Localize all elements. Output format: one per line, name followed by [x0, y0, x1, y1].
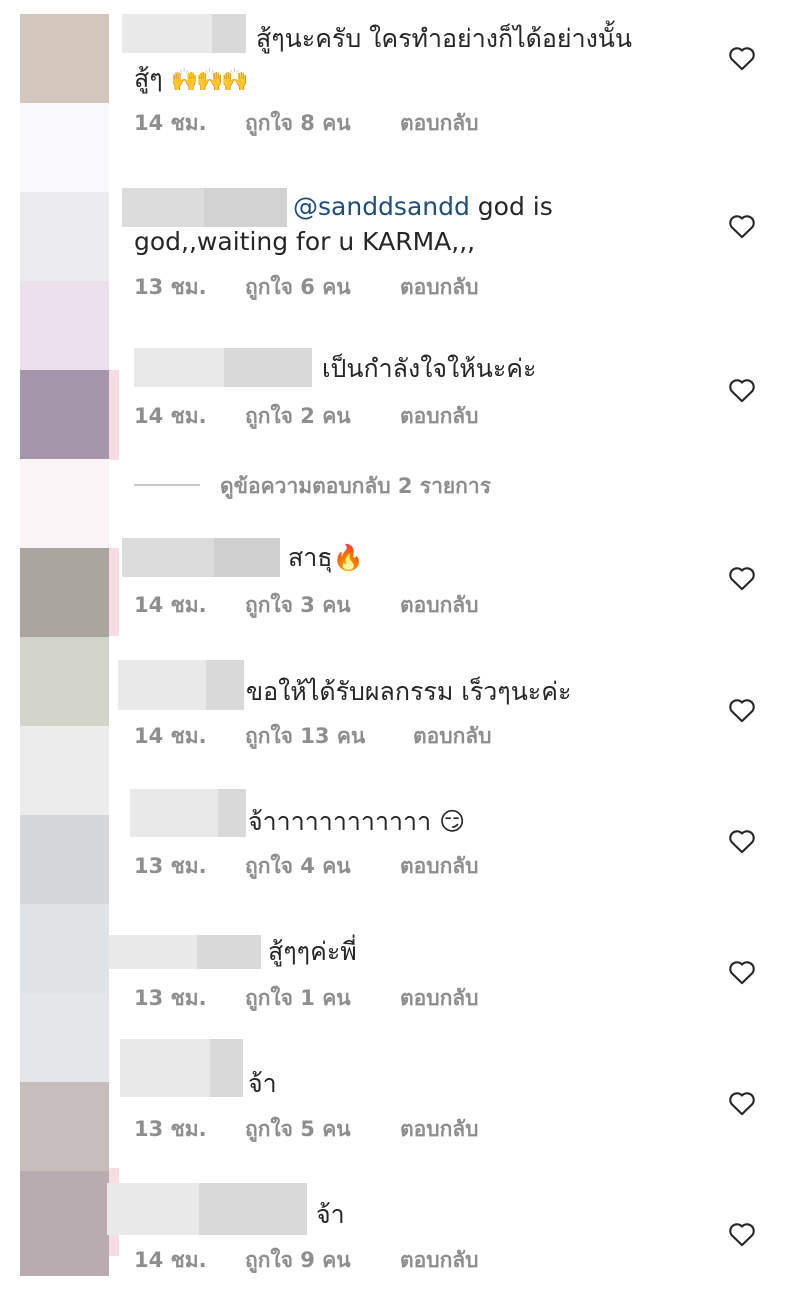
reply-button[interactable]: ตอบกลับ [400, 982, 479, 1015]
reply-button[interactable]: ตอบกลับ [400, 1244, 479, 1277]
username-blurred[interactable] [122, 14, 246, 53]
comment-timestamp: 14 ชม. [134, 724, 207, 748]
heart-outline-icon[interactable] [728, 565, 756, 591]
raising-hands-emoji-icon: 🙌🙌🙌 [170, 68, 249, 93]
smirk-emoji-icon: 😏 [439, 807, 466, 836]
heart-outline-icon[interactable] [728, 45, 756, 71]
heart-outline-icon[interactable] [728, 213, 756, 239]
heart-outline-icon[interactable] [728, 828, 756, 854]
username-blurred[interactable] [130, 789, 246, 837]
divider [134, 484, 200, 486]
username-blurred[interactable] [122, 188, 287, 227]
comment-text: จ้า [248, 1069, 277, 1098]
view-replies-label: ดูข้อความตอบกลับ 2 รายการ [220, 474, 491, 498]
comment-text: จ้า [316, 1200, 345, 1229]
username-blurred[interactable] [107, 1183, 307, 1235]
comment-timestamp: 14 ชม. [134, 593, 207, 617]
comment-text-continued: สู้ๆ 🙌🙌🙌 [134, 64, 249, 93]
like-count-link[interactable]: ถูกใจ 2 คน [245, 400, 351, 433]
like-count-link[interactable]: ถูกใจ 8 คน [245, 107, 351, 140]
avatar[interactable] [20, 993, 109, 1082]
comment-timestamp: 14 ชม. [134, 111, 207, 135]
avatar[interactable] [20, 815, 109, 904]
like-count-link[interactable]: ถูกใจ 13 คน [245, 720, 365, 753]
reply-button[interactable]: ตอบกลับ [413, 720, 492, 753]
avatar[interactable] [20, 281, 109, 370]
like-count-link[interactable]: ถูกใจ 4 คน [245, 850, 351, 883]
username-blurred[interactable] [122, 538, 280, 577]
avatar[interactable] [20, 459, 109, 548]
like-count-link[interactable]: ถูกใจ 5 คน [245, 1113, 351, 1146]
comment-text: สู้ๆนะครับ ใครทำอย่างก็ได้อย่างนั้น [256, 24, 632, 53]
mention-link[interactable]: @sanddsandd [293, 192, 470, 221]
avatar[interactable] [20, 370, 109, 459]
username-blurred[interactable] [120, 1039, 243, 1097]
reply-button[interactable]: ตอบกลับ [400, 400, 479, 433]
like-count-link[interactable]: ถูกใจ 3 คน [245, 589, 351, 622]
like-count-link[interactable]: ถูกใจ 1 คน [245, 982, 351, 1015]
comment-text: สาธุ🔥 [288, 543, 364, 572]
fire-emoji-icon: 🔥 [332, 543, 364, 572]
comment-timestamp: 13 ชม. [134, 854, 207, 878]
avatar[interactable] [20, 192, 109, 281]
avatar[interactable] [20, 14, 109, 103]
comment-timestamp: 14 ชม. [134, 1248, 207, 1272]
comment-text: เป็นกำลังใจให้นะค่ะ [322, 354, 537, 383]
avatar[interactable] [20, 904, 109, 993]
comment-text: @sanddsandd god is [293, 192, 553, 221]
avatar[interactable] [20, 637, 109, 726]
comment-timestamp: 13 ชม. [134, 275, 207, 299]
heart-outline-icon[interactable] [728, 1090, 756, 1116]
avatar[interactable] [20, 1082, 109, 1171]
heart-outline-icon[interactable] [728, 959, 756, 985]
like-count-link[interactable]: ถูกใจ 6 คน [245, 271, 351, 304]
story-ring-mark [109, 370, 119, 460]
username-blurred[interactable] [109, 935, 261, 969]
username-blurred[interactable] [118, 660, 244, 710]
heart-outline-icon[interactable] [728, 697, 756, 723]
comment-timestamp: 13 ชม. [134, 1117, 207, 1141]
avatar-column [20, 14, 109, 1286]
comment-text: ขอให้ได้รับผลกรรม เร็วๆนะค่ะ [246, 677, 572, 706]
heart-outline-icon[interactable] [728, 1221, 756, 1247]
comment-timestamp: 14 ชม. [134, 404, 207, 428]
avatar[interactable] [20, 548, 109, 637]
avatar[interactable] [20, 726, 109, 815]
comment-text-continued: god,,waiting for u KARMA,,, [134, 227, 476, 256]
reply-button[interactable]: ตอบกลับ [400, 1113, 479, 1146]
like-count-link[interactable]: ถูกใจ 9 คน [245, 1244, 351, 1277]
username-blurred[interactable] [134, 348, 312, 387]
comment-text: จ้าาาาาาาาาาาา 😏 [248, 807, 466, 836]
reply-button[interactable]: ตอบกลับ [400, 271, 479, 304]
reply-button[interactable]: ตอบกลับ [400, 107, 479, 140]
comment-timestamp: 13 ชม. [134, 986, 207, 1010]
reply-button[interactable]: ตอบกลับ [400, 850, 479, 883]
story-ring-mark [109, 548, 119, 636]
heart-outline-icon[interactable] [728, 377, 756, 403]
avatar[interactable] [20, 1171, 109, 1276]
avatar[interactable] [20, 103, 109, 192]
comment-text: สู้ๆๆค่ะพี่ [268, 937, 357, 966]
reply-button[interactable]: ตอบกลับ [400, 589, 479, 622]
